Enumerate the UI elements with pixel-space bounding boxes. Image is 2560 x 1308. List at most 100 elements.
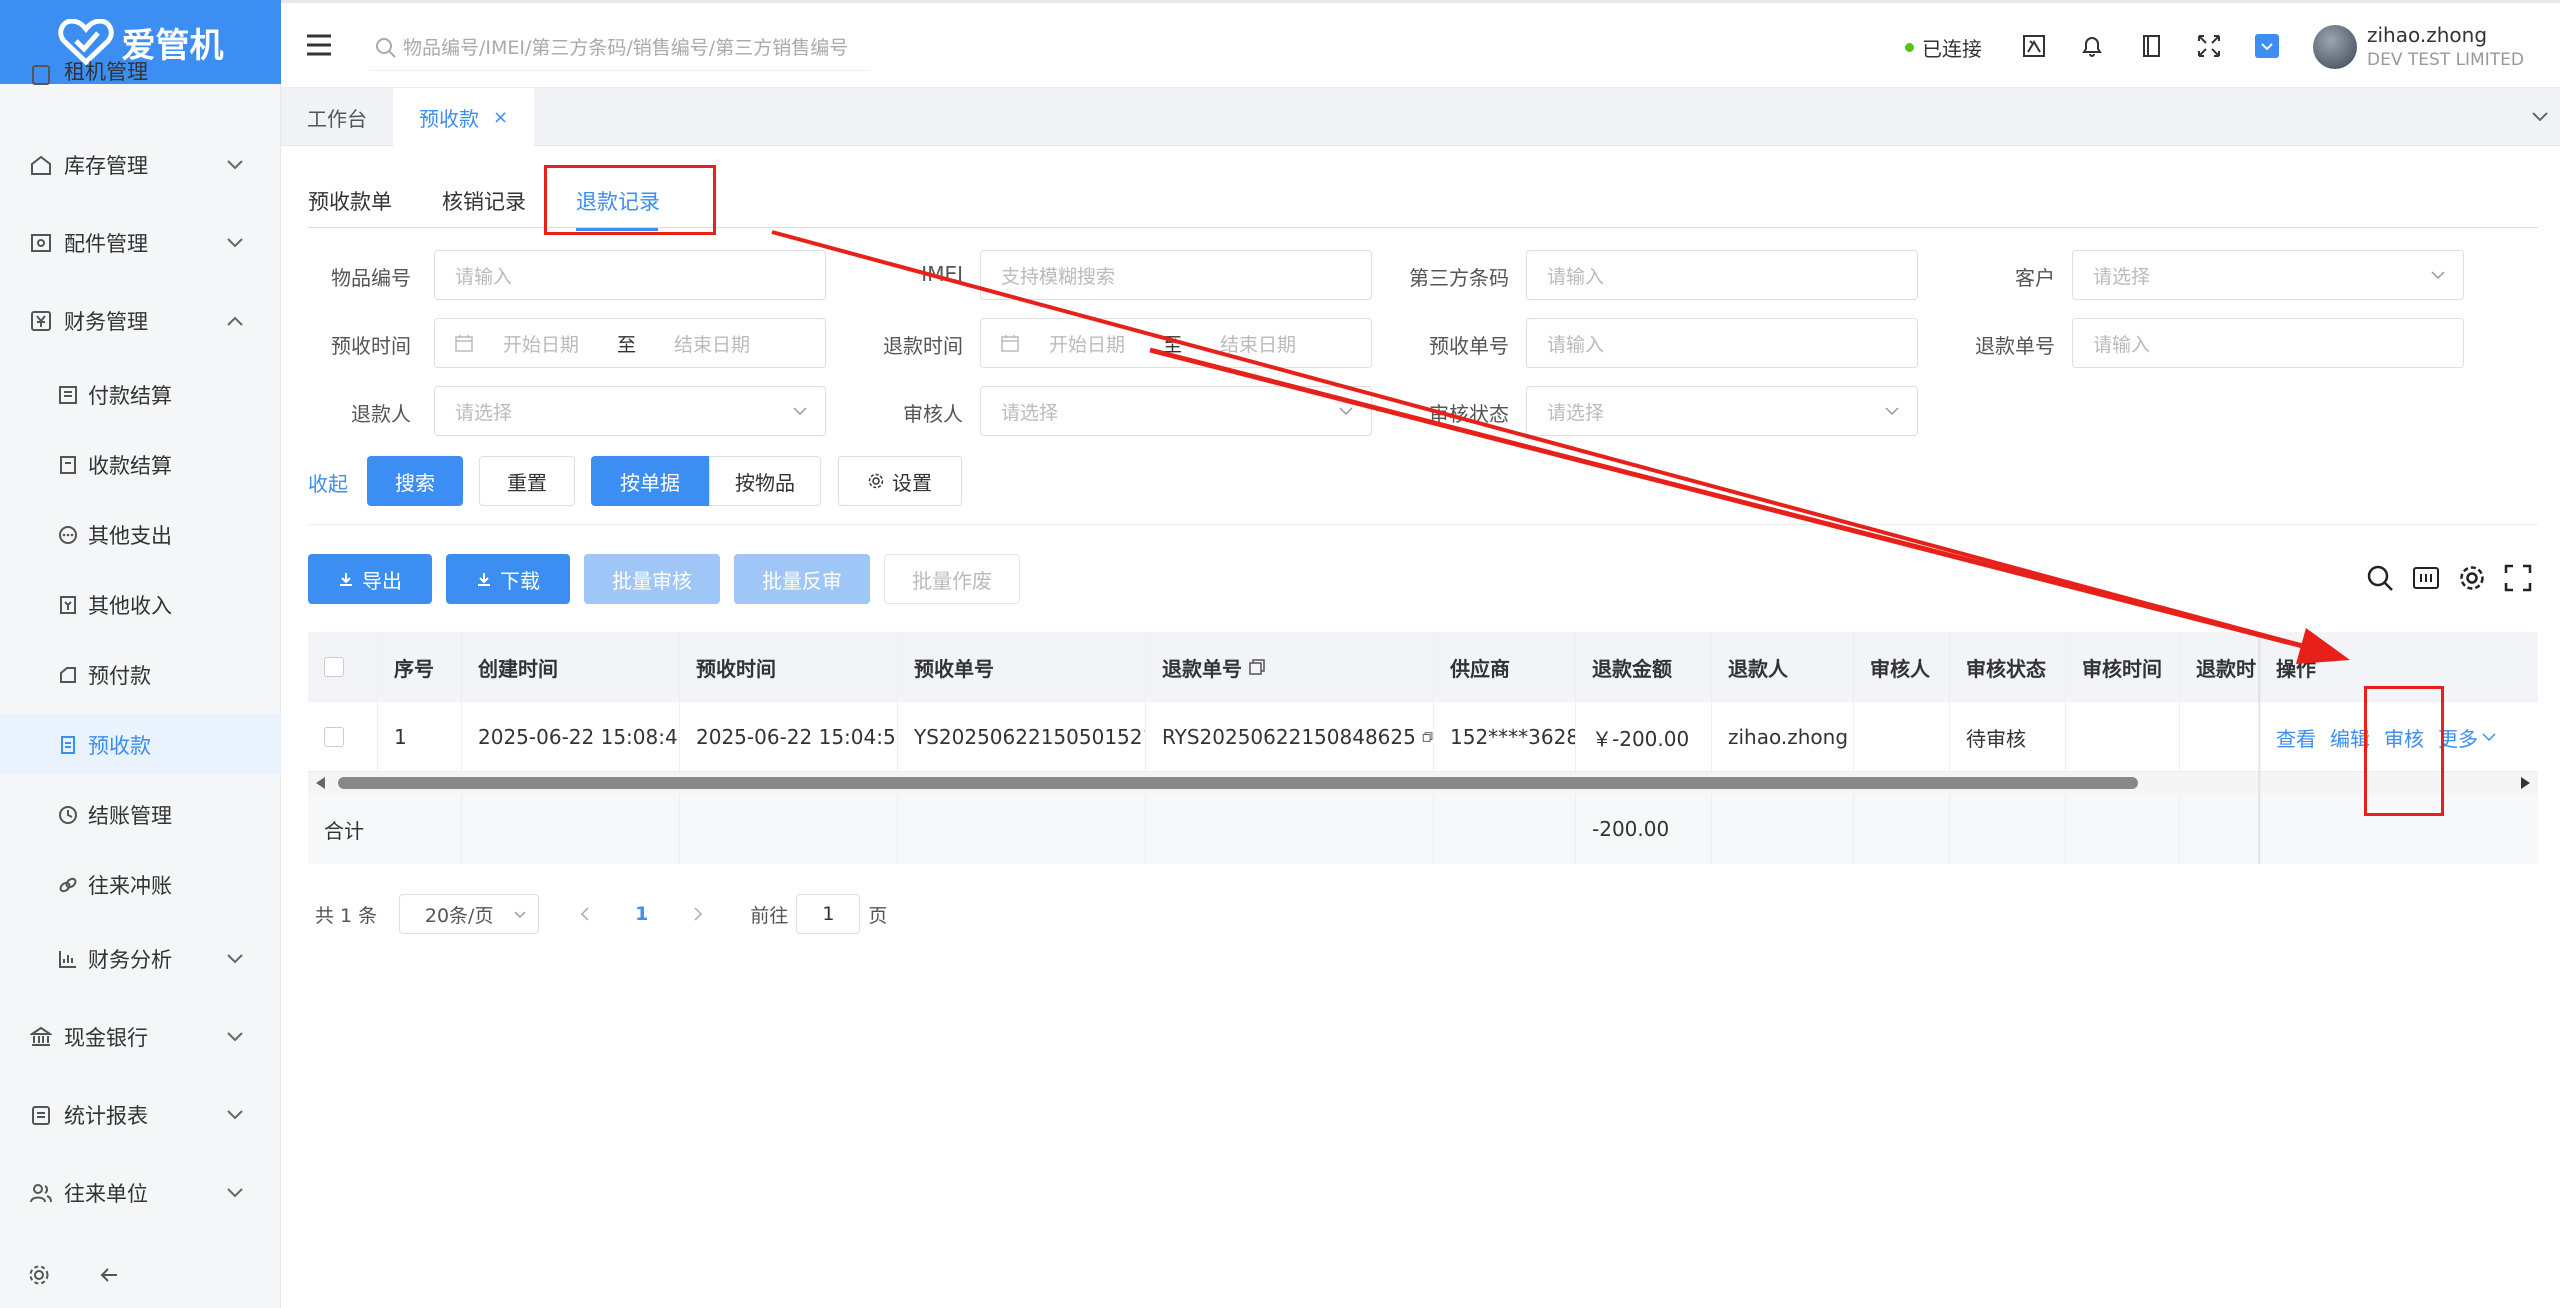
select-all-checkbox[interactable] — [324, 657, 344, 677]
subtab-prereceipt-orders[interactable]: 预收款单 — [308, 186, 392, 216]
summary-label: 合计 — [308, 794, 462, 864]
chevron-down-icon — [227, 160, 243, 170]
chevron-down-icon[interactable] — [2532, 112, 2548, 122]
customer-select[interactable]: 请选择 — [2072, 250, 2464, 300]
refunder-select[interactable]: 请选择 — [434, 386, 826, 436]
sidebar-item-finance-analysis[interactable]: 财务分析 — [0, 929, 281, 989]
column-header[interactable]: 审核人 — [1854, 632, 1950, 702]
auditor-select[interactable]: 请选择 — [980, 386, 1372, 436]
column-header[interactable]: 创建时间 — [462, 632, 680, 702]
collapse-arrow-icon[interactable] — [98, 1264, 120, 1286]
sidebar-item-prereceipt[interactable]: 预收款 — [0, 715, 281, 775]
batch-audit-button[interactable]: 批量审核 — [584, 554, 720, 604]
sidebar-item-prepayment[interactable]: 预付款 — [0, 645, 281, 705]
imei-input[interactable]: 支持模糊搜索 — [980, 250, 1372, 300]
column-header[interactable]: 退款人 — [1712, 632, 1854, 702]
audit-status-select[interactable]: 请选择 — [1526, 386, 1918, 436]
scrollbar-thumb[interactable] — [338, 777, 2138, 789]
prepay-time-range[interactable]: 开始日期 至 结束日期 — [434, 318, 826, 368]
item-no-input[interactable]: 请输入 — [434, 250, 826, 300]
global-search-input[interactable] — [403, 36, 863, 59]
subtab-writeoff-records[interactable]: 核销记录 — [442, 186, 526, 216]
page-number-current[interactable]: 1 — [635, 903, 648, 925]
batch-void-button[interactable]: 批量作废 — [884, 554, 1020, 604]
user-name[interactable]: zihao.zhong — [2367, 23, 2487, 47]
sidebar-item-finance[interactable]: 财务管理 — [0, 291, 281, 351]
export-button[interactable]: 导出 — [308, 554, 432, 604]
by-document-button[interactable]: 按单据 — [591, 456, 709, 506]
copy-icon[interactable] — [1422, 728, 1433, 746]
download-button[interactable]: 下载 — [446, 554, 570, 604]
settings-button[interactable]: 设置 — [838, 456, 962, 506]
hamburger-menu-icon[interactable] — [305, 33, 333, 57]
end-date[interactable]: 结束日期 — [674, 330, 750, 357]
refund-no-input[interactable]: 请输入 — [2072, 318, 2464, 368]
gear-icon[interactable] — [28, 1264, 50, 1286]
reset-button[interactable]: 重置 — [479, 456, 575, 506]
start-date[interactable]: 开始日期 — [1049, 330, 1125, 357]
column-header[interactable]: 审核状态 — [1950, 632, 2066, 702]
column-header[interactable]: 退款金额 — [1576, 632, 1712, 702]
sidebar-item-reports[interactable]: 统计报表 — [0, 1085, 281, 1145]
summary-empty — [1712, 794, 1854, 864]
sidebar-item-rental[interactable]: 租机管理 — [0, 56, 281, 86]
sidebar-item-receipt-settlement[interactable]: 收款结算 — [0, 435, 281, 495]
view-link[interactable]: 查看 — [2276, 723, 2316, 752]
search-icon[interactable] — [2366, 564, 2394, 592]
button-label: 设置 — [892, 470, 932, 495]
end-date[interactable]: 结束日期 — [1220, 330, 1296, 357]
row-checkbox[interactable] — [324, 727, 344, 747]
gear-icon[interactable] — [2458, 564, 2486, 592]
column-header[interactable]: 预收时间 — [680, 632, 898, 702]
column-header[interactable]: 退款时 — [2180, 632, 2260, 702]
search-button[interactable]: 搜索 — [367, 456, 463, 506]
notebook-icon[interactable] — [2138, 33, 2164, 59]
chevron-down-icon[interactable] — [2482, 732, 2496, 742]
table-row[interactable]: 1 2025-06-22 15:08:48 2025-06-22 15:04:5… — [308, 702, 2538, 772]
column-width-icon[interactable] — [2412, 564, 2440, 592]
more-link[interactable]: 更多 — [2438, 723, 2478, 752]
column-header[interactable]: 预收单号 — [898, 632, 1146, 702]
placeholder: 请选择 — [1547, 401, 1605, 424]
sidebar-item-closing[interactable]: 结账管理 — [0, 785, 281, 845]
image-search-icon[interactable] — [2021, 33, 2047, 59]
range-separator: 至 — [1163, 333, 1183, 356]
bell-icon[interactable] — [2079, 33, 2105, 59]
page-size-select[interactable]: 20条/页 — [399, 894, 540, 934]
sidebar-item-parts[interactable]: 配件管理 — [0, 213, 281, 273]
fullscreen-icon[interactable] — [2196, 33, 2222, 59]
sidebar-item-offset[interactable]: 往来冲账 — [0, 855, 281, 915]
avatar[interactable] — [2313, 25, 2357, 69]
goto-page-input[interactable]: 1 — [796, 894, 861, 934]
tab-workbench[interactable]: 工作台 — [281, 88, 393, 146]
sidebar-item-other-expense[interactable]: 其他支出 — [0, 505, 281, 565]
start-date[interactable]: 开始日期 — [503, 330, 579, 357]
column-header[interactable]: 退款单号 — [1146, 632, 1434, 702]
sidebar-item-payment-settlement[interactable]: 付款结算 — [0, 365, 281, 425]
collapse-link[interactable]: 收起 — [308, 468, 348, 497]
app-switch-icon[interactable] — [2254, 33, 2280, 59]
sidebar-item-cash-bank[interactable]: 现金银行 — [0, 1007, 281, 1067]
sidebar-item-partners[interactable]: 往来单位 — [0, 1163, 281, 1223]
next-page-icon[interactable] — [692, 906, 704, 922]
third-code-input[interactable]: 请输入 — [1526, 250, 1918, 300]
chevron-down-icon — [793, 407, 807, 416]
horizontal-scrollbar[interactable] — [308, 772, 2538, 794]
refund-time-range[interactable]: 开始日期 至 结束日期 — [980, 318, 1372, 368]
sidebar-item-inventory[interactable]: 库存管理 — [0, 135, 281, 195]
column-header[interactable]: 序号 — [378, 632, 462, 702]
close-icon[interactable]: × — [493, 107, 508, 128]
sidebar-item-other-income[interactable]: 其他收入 — [0, 575, 281, 635]
column-header[interactable]: 供应商 — [1434, 632, 1576, 702]
scroll-left-icon[interactable] — [316, 777, 325, 789]
select-all-cell — [308, 632, 378, 702]
prepay-no-input[interactable]: 请输入 — [1526, 318, 1918, 368]
sidebar-footer — [0, 1242, 281, 1308]
batch-unaudit-button[interactable]: 批量反审 — [734, 554, 870, 604]
scroll-right-icon[interactable] — [2521, 777, 2530, 789]
by-item-button[interactable]: 按物品 — [709, 456, 821, 506]
prev-page-icon[interactable] — [579, 906, 591, 922]
fullscreen-icon[interactable] — [2504, 564, 2532, 592]
tab-prereceipt[interactable]: 预收款 × — [393, 88, 535, 146]
column-header[interactable]: 审核时间 — [2066, 632, 2180, 702]
